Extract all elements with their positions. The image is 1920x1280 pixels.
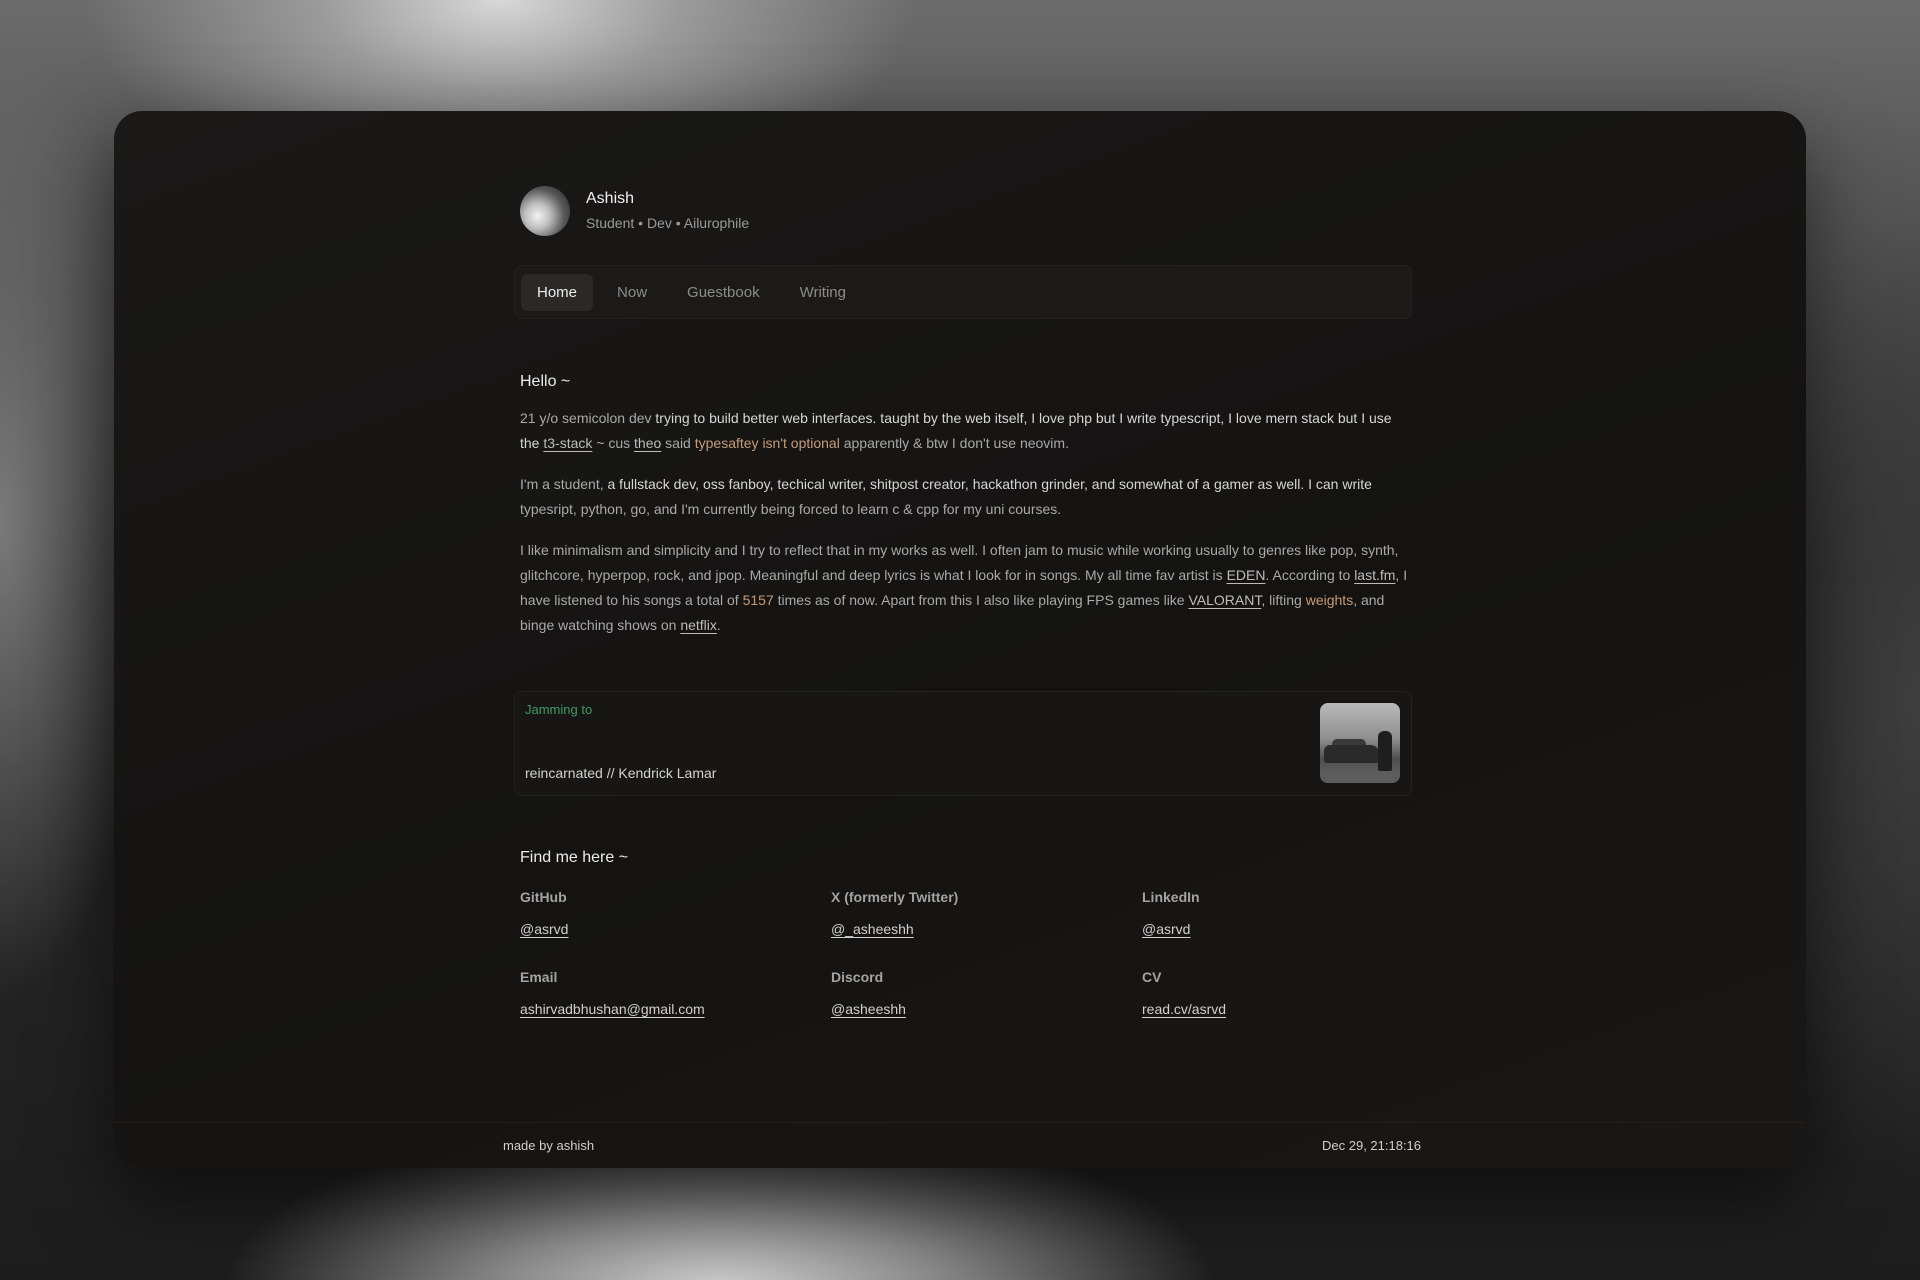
album-art-car	[1324, 745, 1380, 763]
footer-datetime: Dec 29, 21:18:16	[1322, 1138, 1422, 1153]
tab-now[interactable]: Now	[601, 274, 663, 311]
profile-name: Ashish	[586, 190, 635, 207]
cv-link[interactable]: read.cv/asrvd	[1142, 999, 1226, 1019]
social-label: Discord	[831, 969, 884, 985]
intro-paragraph-2: I'm a student, a fullstack dev, oss fanb…	[520, 472, 1410, 522]
profile-tagline: Student • Dev • Ailurophile	[586, 215, 750, 231]
hello-heading: Hello ~	[520, 373, 571, 390]
valorant-link[interactable]: VALORANT	[1188, 592, 1261, 608]
intro-text: I'm a student,	[520, 476, 608, 492]
github-link[interactable]: @asrvd	[520, 919, 568, 939]
social-label: CV	[1142, 969, 1162, 985]
twitter-link[interactable]: @_asheeshh	[831, 919, 914, 939]
intro-text: times as of now. Apart from this I also …	[773, 592, 1189, 608]
tab-writing[interactable]: Writing	[784, 274, 862, 311]
social-twitter: X (formerly Twitter) @_asheeshh	[831, 887, 1131, 939]
profile-text: Ashish Student • Dev • Ailurophile	[586, 189, 749, 233]
intro-paragraph-1: 21 y/o semicolon dev trying to build bet…	[520, 406, 1410, 456]
intro-text: .	[716, 617, 721, 633]
social-discord: Discord @asheeshh	[831, 967, 1131, 1019]
jamming-label: Jamming to	[525, 702, 593, 717]
social-linkedin: LinkedIn @asrvd	[1142, 887, 1442, 939]
netflix-link[interactable]: netflix	[680, 617, 717, 633]
eden-link[interactable]: EDEN	[1227, 567, 1266, 583]
profile-header: Ashish Student • Dev • Ailurophile	[520, 186, 749, 236]
avatar	[520, 186, 570, 236]
social-cv: CV read.cv/asrvd	[1142, 967, 1442, 1019]
browser-window: Ashish Student • Dev • Ailurophile Home …	[114, 111, 1806, 1168]
intro-text: , lifting	[1261, 592, 1306, 608]
intro-text: 21 y/o semicolon dev	[520, 410, 656, 426]
album-art	[1320, 703, 1400, 783]
track-title: reincarnated // Kendrick Lamar	[525, 765, 717, 781]
social-github: GitHub @asrvd	[520, 887, 820, 939]
intro-text: apparently & btw I don't use neovim.	[839, 435, 1069, 451]
intro-text: a fullstack dev, oss fanboy, techical wr…	[607, 476, 1372, 492]
weights-highlight: weights	[1305, 592, 1354, 608]
now-playing-card[interactable]: Jamming to reincarnated // Kendrick Lama…	[514, 691, 1412, 796]
footer-credit: made by ashish	[503, 1138, 595, 1153]
album-art-person	[1378, 731, 1392, 771]
intro-text: ~ cus	[592, 435, 635, 451]
social-label: X (formerly Twitter)	[831, 889, 959, 905]
typesafety-highlight: typesaftey isn't optional	[694, 435, 840, 451]
album-art-ground	[1320, 771, 1400, 783]
email-link[interactable]: ashirvadbhushan@gmail.com	[520, 999, 705, 1019]
intro-text: said	[661, 435, 695, 451]
social-label: Email	[520, 969, 558, 985]
nav-bar: Home Now Guestbook Writing	[514, 265, 1412, 319]
lastfm-link[interactable]: last.fm	[1354, 567, 1395, 583]
intro-paragraph-3: I like minimalism and simplicity and I t…	[520, 538, 1410, 638]
intro-text: typesript, python, go, and I'm currently…	[520, 501, 1062, 517]
t3-stack-link[interactable]: t3-stack	[543, 435, 592, 451]
tab-guestbook[interactable]: Guestbook	[671, 274, 776, 311]
linkedin-link[interactable]: @asrvd	[1142, 919, 1190, 939]
social-email: Email ashirvadbhushan@gmail.com	[520, 967, 820, 1019]
social-label: GitHub	[520, 889, 567, 905]
listen-count: 5157	[742, 592, 774, 608]
social-label: LinkedIn	[1142, 889, 1200, 905]
tab-home[interactable]: Home	[521, 273, 594, 311]
discord-link[interactable]: @asheeshh	[831, 999, 906, 1019]
intro-text: . According to	[1265, 567, 1355, 583]
footer-divider	[114, 1122, 1806, 1123]
theo-link[interactable]: theo	[634, 435, 661, 451]
find-me-heading: Find me here ~	[520, 849, 629, 866]
